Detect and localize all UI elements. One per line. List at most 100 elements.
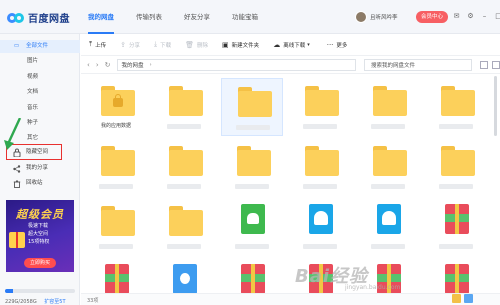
offline-download-button[interactable]: ☁ 离线下载 ▾ <box>273 41 313 49</box>
upload-button[interactable]: ⤒ 上传 <box>89 40 106 49</box>
blurred-file-name <box>439 124 473 129</box>
sidebar-item-documents[interactable]: 文档 <box>0 86 80 99</box>
list-mode-icon[interactable] <box>464 294 473 303</box>
locked-folder-icon <box>101 86 135 116</box>
app-logo[interactable]: 百度网盘 <box>6 8 70 26</box>
sidebar-item-recycle-bin[interactable]: 回收站 <box>0 177 80 190</box>
bottom-right-icons <box>452 294 473 303</box>
sidebar-item-all-files[interactable]: ▭ 全部文件 <box>0 40 80 53</box>
vip-promo-banner[interactable]: 超级会员 极速下载 超大空间 15项特权 立即购买 <box>6 200 74 272</box>
cloud-logo-icon <box>6 10 26 24</box>
file-item[interactable] <box>153 258 215 293</box>
sidebar-item-images[interactable]: 图片 <box>0 55 80 68</box>
share-button[interactable]: ⇪ 分享 <box>120 41 140 49</box>
buy-now-button[interactable]: 立即购买 <box>24 258 56 268</box>
sidebar-item-my-share[interactable]: 我的分享 <box>0 162 80 175</box>
folder-item[interactable] <box>357 78 419 136</box>
list-view-icon[interactable] <box>492 60 500 69</box>
folder-icon <box>373 86 407 116</box>
vip-center-button[interactable]: 会员中心 <box>416 11 448 23</box>
folder-item[interactable] <box>153 78 215 136</box>
expand-storage-link[interactable]: 扩容至5T <box>44 299 65 305</box>
file-item[interactable] <box>425 198 487 256</box>
folder-icon <box>169 206 203 236</box>
folder-plus-icon: ▣ <box>222 40 229 49</box>
delete-button[interactable]: 🗑 删除 <box>185 41 208 49</box>
back-icon[interactable]: ‹ <box>87 61 90 69</box>
blurred-file-name <box>371 244 405 249</box>
item-count: 33项 <box>87 298 99 304</box>
file-item[interactable] <box>289 198 351 256</box>
folder-item[interactable] <box>153 198 215 256</box>
maximize-icon[interactable]: □ <box>494 12 500 21</box>
toolbar: ⤒ 上传 ⇪ 分享 ⤓ 下载 🗑 删除 ▣ 新建文件夹 ☁ 离线下载 ▾ ···… <box>81 34 500 56</box>
folder-item[interactable] <box>85 138 147 196</box>
promo-features: 极速下载 超大空间 15项特权 <box>28 222 49 246</box>
folder-item[interactable] <box>425 138 487 196</box>
folder-item[interactable] <box>221 78 283 136</box>
user-info[interactable]: 且听风吟李 <box>355 11 408 23</box>
mail-icon[interactable]: ✉ <box>452 12 461 21</box>
delete-label: 删除 <box>197 42 209 49</box>
new-folder-button[interactable]: ▣ 新建文件夹 <box>222 41 259 49</box>
scrollbar[interactable] <box>493 74 498 293</box>
gear-icon[interactable]: ⚙ <box>466 12 475 21</box>
blurred-file-name <box>303 124 337 129</box>
folder-icon <box>169 86 203 116</box>
folder-item[interactable] <box>425 78 487 136</box>
folder-item[interactable]: 我的应用数据 <box>85 78 147 136</box>
folder-icon <box>441 86 475 116</box>
tab-feature-box[interactable]: 功能宝箱 <box>226 0 264 34</box>
blurred-file-name <box>99 244 133 249</box>
download-button[interactable]: ⤓ 下载 <box>154 40 171 49</box>
file-item[interactable] <box>357 198 419 256</box>
tab-my-disk[interactable]: 我的网盘 <box>82 0 120 34</box>
tab-friend-share[interactable]: 好友分享 <box>178 0 216 34</box>
folder-icon <box>101 146 135 176</box>
status-bar: 33项 <box>81 293 500 305</box>
folder-item[interactable] <box>357 138 419 196</box>
file-item[interactable] <box>85 258 147 293</box>
file-item[interactable] <box>221 198 283 256</box>
logo-text: 百度网盘 <box>28 13 70 25</box>
scroll-thumb[interactable] <box>494 76 497 136</box>
blurred-file-name <box>371 124 405 129</box>
file-item[interactable] <box>425 258 487 293</box>
grid-view-icon[interactable] <box>480 60 488 69</box>
sidebar-item-videos[interactable]: 视频 <box>0 71 80 84</box>
breadcrumb[interactable]: 我的网盘 › <box>116 58 356 71</box>
window-controls: ✉ ⚙ – □ ✕ <box>452 12 500 21</box>
breadcrumb-item[interactable]: 我的网盘 <box>122 61 144 69</box>
blurred-file-name <box>303 244 337 249</box>
search-input[interactable]: 搜索我的网盘文件 <box>363 58 472 71</box>
sidebar-item-music[interactable]: 音乐 <box>0 102 80 115</box>
promo-title: 超级会员 <box>16 208 64 221</box>
share-icon <box>12 164 21 173</box>
username[interactable]: 且听风吟李 <box>370 13 408 21</box>
storage-progress-fill <box>5 289 13 293</box>
sidebar-item-label: 全部文件 <box>26 43 49 49</box>
folder-item[interactable] <box>221 138 283 196</box>
blurred-file-name <box>236 125 270 130</box>
folder-item[interactable] <box>289 78 351 136</box>
view-toggle <box>480 60 500 69</box>
avatar[interactable] <box>355 11 367 23</box>
sidebar-item-label: 我的分享 <box>26 165 49 171</box>
path-bar: ‹ › ↻ 我的网盘 › 搜索我的网盘文件 <box>81 56 500 74</box>
thumbnail-view-icon[interactable] <box>452 294 461 303</box>
tab-transfer-list[interactable]: 传输列表 <box>130 0 168 34</box>
refresh-icon[interactable]: ↻ <box>105 61 111 69</box>
forward-icon[interactable]: › <box>96 61 99 69</box>
blurred-file-name <box>439 184 473 189</box>
folder-item[interactable] <box>289 138 351 196</box>
folder-item[interactable] <box>85 198 147 256</box>
more-button[interactable]: ··· 更多 <box>327 41 348 49</box>
folder-icon <box>238 87 272 117</box>
blurred-file-name <box>235 184 269 189</box>
zip-file-icon <box>445 264 469 293</box>
minimize-icon[interactable]: – <box>480 12 489 21</box>
promo-line: 15项特权 <box>28 239 50 245</box>
folder-item[interactable] <box>153 138 215 196</box>
file-item[interactable] <box>221 258 283 293</box>
folder-icon <box>101 206 135 236</box>
